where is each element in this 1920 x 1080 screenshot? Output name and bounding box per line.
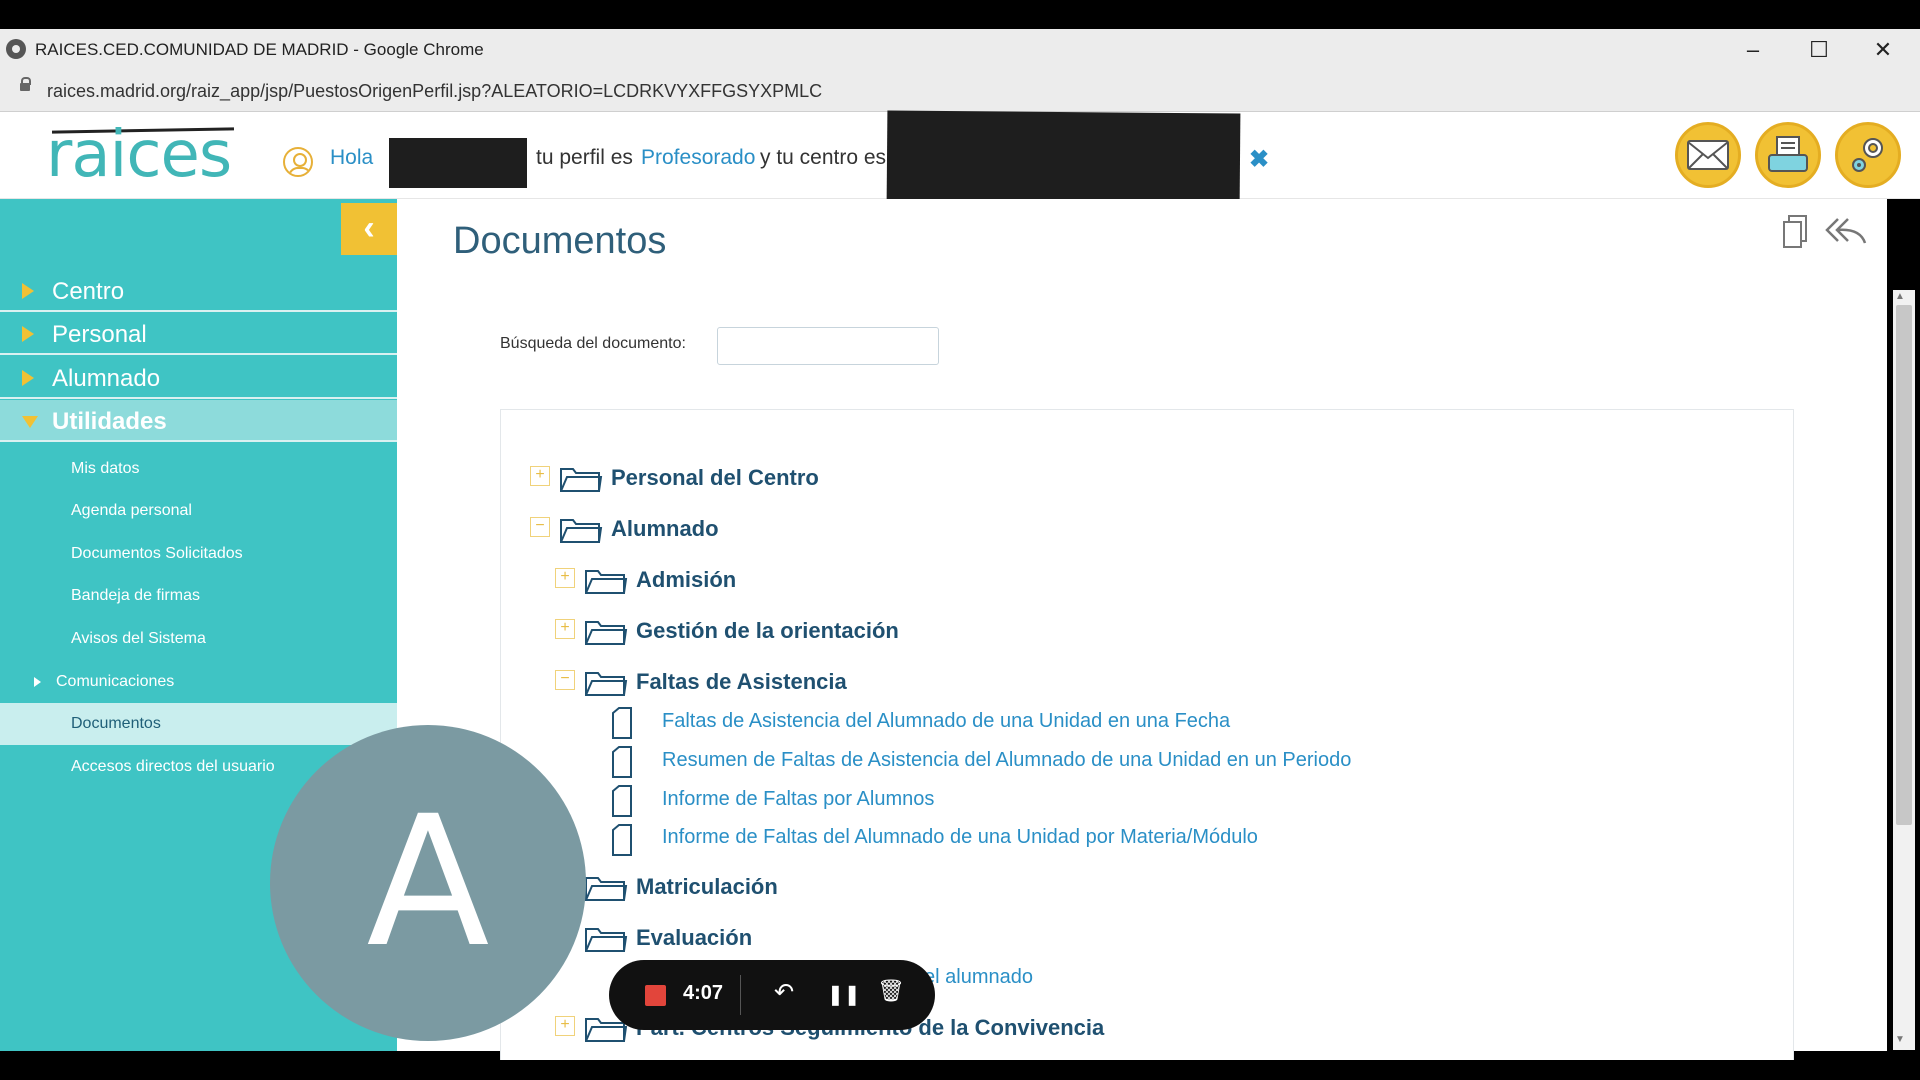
document-search-input[interactable] — [717, 327, 939, 365]
stop-recording-button[interactable] — [645, 985, 666, 1006]
sidebar-subitem-label: Avisos del Sistema — [71, 630, 206, 647]
lock-icon — [20, 77, 31, 91]
undo-icon[interactable]: ↶ — [774, 978, 794, 1007]
sidebar-subitem-label: Agenda personal — [71, 502, 192, 519]
collapse-toggle[interactable]: − — [555, 670, 575, 690]
gear-icon — [1852, 138, 1883, 172]
sidebar-item-centro[interactable]: Centro — [0, 270, 397, 312]
sidebar-item-alumnado[interactable]: Alumnado — [0, 357, 397, 399]
sidebar-item-mis-datos[interactable]: Mis datos — [0, 448, 397, 490]
document-icon — [612, 707, 632, 739]
browser-title-bar: RAICES.CED.COMUNIDAD DE MADRID - Google … — [0, 29, 1920, 71]
redacted-center — [886, 110, 1241, 208]
user-icon — [283, 147, 313, 177]
webcam-avatar: A — [270, 725, 586, 1041]
folder-icon — [585, 877, 628, 901]
expand-toggle[interactable]: + — [555, 619, 575, 639]
profile-link[interactable]: Profesorado — [641, 146, 755, 170]
folder-icon — [585, 621, 628, 645]
copy-icon[interactable] — [1782, 215, 1808, 249]
sidebar-item-comunicaciones[interactable]: Comunicaciones — [0, 661, 397, 703]
tree-node-faltas-asistencia[interactable]: Faltas de Asistencia — [636, 669, 847, 695]
tree-node-personal-centro[interactable]: Personal del Centro — [611, 465, 819, 491]
folder-icon — [585, 928, 628, 952]
expand-arrow-icon — [34, 677, 41, 687]
divider — [740, 975, 741, 1015]
folder-icon — [560, 468, 603, 492]
window-title: RAICES.CED.COMUNIDAD DE MADRID - Google … — [35, 40, 484, 59]
document-link[interactable]: Informe de Faltas del Alumnado de una Un… — [662, 826, 1258, 849]
sidebar-item-avisos-sistema[interactable]: Avisos del Sistema — [0, 618, 397, 660]
printer-icon — [1768, 136, 1808, 172]
settings-button[interactable] — [1835, 122, 1901, 188]
sidebar-item-documentos[interactable]: Documentos — [0, 703, 397, 745]
document-icon — [612, 785, 632, 817]
document-link[interactable]: Resumen de Faltas de Asistencia del Alum… — [662, 749, 1351, 772]
search-label: Búsqueda del documento: — [500, 335, 686, 352]
sidebar-item-utilidades[interactable]: Utilidades — [0, 400, 397, 442]
tree-node-evaluacion[interactable]: Evaluación — [636, 925, 752, 951]
sidebar-item-personal[interactable]: Personal — [0, 313, 397, 355]
mail-button[interactable] — [1675, 122, 1741, 188]
sidebar-item-bandeja-firmas[interactable]: Bandeja de firmas — [0, 575, 397, 617]
close-x-icon[interactable]: ✖ — [1249, 145, 1269, 174]
expand-arrow-icon — [22, 370, 34, 386]
expand-toggle[interactable]: + — [530, 466, 550, 486]
collapse-toggle[interactable]: − — [530, 517, 550, 537]
page-title: Documentos — [453, 220, 667, 262]
document-icon — [612, 824, 632, 856]
center-prefix: y tu centro es — [760, 146, 887, 169]
tree-node-gestion-orientacion[interactable]: Gestión de la orientación — [636, 618, 899, 644]
folder-icon — [585, 672, 628, 696]
chrome-icon — [6, 39, 26, 59]
expand-arrow-icon — [22, 326, 34, 342]
close-window-button[interactable]: ✕ — [1852, 33, 1914, 67]
document-link[interactable]: Informe de Faltas por Alumnos — [662, 788, 934, 811]
sidebar-subitem-label: Comunicaciones — [56, 673, 175, 690]
mail-icon — [1687, 140, 1729, 170]
profile-prefix: tu perfil es — [536, 146, 633, 169]
document-icon — [612, 746, 632, 778]
folder-icon — [585, 570, 628, 594]
sidebar-subitem-label: Accesos directos del usuario — [71, 758, 275, 775]
raices-logo[interactable]: raices — [46, 118, 232, 192]
recording-timer: 4:07 — [683, 982, 724, 1004]
redacted-username — [389, 138, 527, 188]
sidebar-subitem-label: Documentos — [71, 715, 161, 732]
sidebar-subitem-label: Documentos Solicitados — [71, 545, 243, 562]
scroll-down-arrow-icon[interactable]: ▼ — [1895, 1034, 1905, 1045]
sidebar-item-documentos-solicitados[interactable]: Documentos Solicitados — [0, 533, 397, 575]
folder-icon — [560, 519, 603, 543]
url-text[interactable]: raices.madrid.org/raiz_app/jsp/PuestosOr… — [47, 81, 822, 102]
document-link[interactable]: Faltas de Asistencia del Alumnado de una… — [662, 710, 1230, 733]
sidebar-collapse-button[interactable]: ‹ — [341, 203, 397, 255]
scroll-up-arrow-icon[interactable]: ▲ — [1895, 291, 1905, 302]
tree-node-admision[interactable]: Admisión — [636, 567, 736, 593]
address-bar[interactable]: raices.madrid.org/raiz_app/jsp/PuestosOr… — [0, 71, 1920, 112]
sidebar-item-label: Personal — [52, 321, 147, 348]
minimize-button[interactable]: – — [1722, 33, 1784, 67]
greeting-text: Hola — [330, 146, 374, 169]
documents-button[interactable] — [1755, 122, 1821, 188]
expand-toggle[interactable]: + — [555, 568, 575, 588]
tree-node-matriculacion[interactable]: Matriculación — [636, 874, 778, 900]
pause-icon[interactable]: ❚❚ — [827, 982, 861, 1007]
expand-toggle[interactable]: + — [555, 1016, 575, 1036]
tree-node-alumnado[interactable]: Alumnado — [611, 516, 719, 542]
app-header: raices Hola tu perfil es Profesorado y t… — [0, 110, 1920, 208]
sidebar-subitem-label: Bandeja de firmas — [71, 587, 200, 604]
sidebar-subitem-label: Mis datos — [71, 460, 140, 477]
scrollbar-thumb[interactable] — [1896, 305, 1912, 825]
sidebar-item-label: Centro — [52, 278, 125, 305]
sidebar-item-label: Utilidades — [52, 408, 167, 435]
sidebar-item-agenda-personal[interactable]: Agenda personal — [0, 490, 397, 532]
expand-arrow-icon — [22, 283, 34, 299]
trash-icon[interactable]: 🗑 — [877, 978, 905, 1004]
document-link[interactable]: el alumnado — [924, 966, 1033, 989]
maximize-button[interactable]: ☐ — [1788, 33, 1850, 67]
sidebar-item-label: Alumnado — [52, 365, 161, 392]
reply-all-icon[interactable] — [1824, 213, 1868, 249]
collapse-arrow-icon — [22, 416, 38, 428]
